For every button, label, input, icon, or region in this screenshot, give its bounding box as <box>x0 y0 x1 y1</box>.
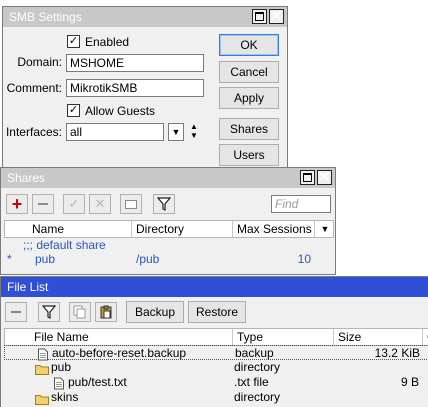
table-row[interactable]: * pub /pub 10 <box>4 252 334 267</box>
add-button[interactable]: + <box>6 194 28 214</box>
remove-button[interactable] <box>32 194 54 214</box>
file-type: directory <box>234 360 281 374</box>
minus-icon <box>11 311 21 313</box>
shares-grid-header: Name Directory Max Sessions ▼ <box>4 220 334 238</box>
maximize-icon <box>303 173 312 182</box>
backup-button[interactable]: Backup <box>126 301 184 323</box>
close-button[interactable]: ✕ <box>269 8 284 24</box>
minus-icon <box>38 203 48 205</box>
find-input[interactable]: Find <box>271 195 331 213</box>
filter-button[interactable] <box>153 194 175 214</box>
filter-button[interactable] <box>38 302 60 322</box>
restore-button[interactable]: Restore <box>188 301 246 323</box>
file-grid-header: File Name Type Size C <box>4 328 428 346</box>
note-icon <box>125 199 137 209</box>
window-title: Shares <box>7 171 46 185</box>
folder-icon <box>35 395 49 405</box>
shares-titlebar[interactable]: Shares ✕ <box>1 168 335 188</box>
comment-label: Comment: <box>6 81 62 95</box>
col-header-name[interactable]: Name <box>5 221 132 237</box>
col-header-max-sessions[interactable]: Max Sessions <box>233 221 315 237</box>
table-row[interactable]: skins directory <box>4 390 428 405</box>
close-button[interactable]: ✕ <box>317 169 332 185</box>
arrow-up-icon: ▲ <box>190 122 198 131</box>
comment-button[interactable] <box>120 194 142 214</box>
plus-icon: + <box>11 194 23 214</box>
share-directory: /pub <box>136 252 160 266</box>
enable-button[interactable]: ✓ <box>63 194 85 214</box>
copy-button[interactable] <box>69 302 91 322</box>
window-title: File List <box>7 280 49 294</box>
col-header-type[interactable]: Type <box>233 329 334 345</box>
apply-button[interactable]: Apply <box>219 87 279 109</box>
file-name: auto-before-reset.backup <box>52 346 187 360</box>
filter-icon <box>42 305 56 319</box>
file-size <box>334 360 419 375</box>
interfaces-dropdown-button[interactable]: ▼ <box>168 123 184 141</box>
shares-window: Shares ✕ + ✓ ✕ Find Name Directory Max S… <box>0 167 336 275</box>
interfaces-updown-button[interactable]: ▲ ▼ <box>188 122 200 142</box>
smb-settings-window: SMB Settings ✕ ✓ Enabled Domain: MSHOME … <box>2 6 288 168</box>
share-max-sessions: 10 <box>297 252 311 266</box>
interfaces-field[interactable]: all <box>66 123 164 141</box>
arrow-down-icon: ▼ <box>190 131 198 140</box>
cancel-button[interactable]: Cancel <box>219 61 279 83</box>
file-type: backup <box>235 346 274 360</box>
users-button[interactable]: Users <box>219 144 279 166</box>
file-list-window: File List Backup Restore File Name Type … <box>0 276 428 407</box>
remove-button[interactable] <box>5 302 27 322</box>
file-icon <box>54 377 64 390</box>
paste-button[interactable] <box>95 302 117 322</box>
maximize-icon <box>255 12 264 21</box>
chevron-down-icon: ▼ <box>171 127 181 137</box>
copy-icon <box>73 305 86 319</box>
share-name: pub <box>35 252 56 266</box>
smb-settings-titlebar[interactable]: SMB Settings ✕ <box>3 7 287 27</box>
maximize-button[interactable] <box>252 9 267 24</box>
table-row[interactable]: pub directory <box>4 360 428 375</box>
row-flag: * <box>7 252 12 266</box>
file-list-titlebar[interactable]: File List <box>1 277 428 297</box>
table-row[interactable]: auto-before-reset.backup backup 13.2 KiB <box>4 345 428 361</box>
ok-button[interactable]: OK <box>219 34 279 56</box>
maximize-button[interactable] <box>300 170 315 185</box>
file-size: 9 B <box>400 375 419 389</box>
enabled-label: Enabled <box>85 35 130 49</box>
interfaces-label: Interfaces: <box>5 125 62 139</box>
file-name: pub <box>51 360 72 374</box>
disable-button[interactable]: ✕ <box>89 194 111 214</box>
col-header-directory[interactable]: Directory <box>132 221 233 237</box>
file-type: directory <box>234 390 281 404</box>
close-icon: ✕ <box>271 8 282 23</box>
domain-field[interactable]: MSHOME <box>66 54 204 72</box>
share-comment-row: ;;; default share <box>4 238 334 253</box>
file-size <box>334 390 419 405</box>
allow-guests-checkbox[interactable]: ✓ <box>67 104 80 117</box>
file-name: skins <box>51 390 79 404</box>
cross-icon: ✕ <box>94 196 106 211</box>
file-size: 13.2 KiB <box>374 346 420 360</box>
paste-icon <box>100 305 112 319</box>
chevron-down-icon: ▼ <box>320 224 330 234</box>
col-header-creation[interactable]: C <box>423 329 428 345</box>
comment-field[interactable]: MikrotikSMB <box>66 79 204 97</box>
table-row[interactable]: pub/test.txt .txt file 9 B <box>4 375 428 390</box>
filter-icon <box>157 197 171 211</box>
domain-label: Domain: <box>17 55 62 69</box>
col-header-file-name[interactable]: File Name <box>5 329 233 345</box>
file-name: pub/test.txt <box>68 375 127 389</box>
share-comment: ;;; default share <box>23 238 106 252</box>
close-icon: ✕ <box>319 169 330 184</box>
window-title: SMB Settings <box>9 10 82 24</box>
file-type: .txt file <box>234 375 269 389</box>
enabled-checkbox[interactable]: ✓ <box>67 35 80 48</box>
shares-button[interactable]: Shares <box>219 118 279 140</box>
col-header-size[interactable]: Size <box>334 329 423 345</box>
columns-menu-button[interactable]: ▼ <box>317 221 333 237</box>
check-icon: ✓ <box>68 196 80 211</box>
allow-guests-label: Allow Guests <box>85 104 156 118</box>
